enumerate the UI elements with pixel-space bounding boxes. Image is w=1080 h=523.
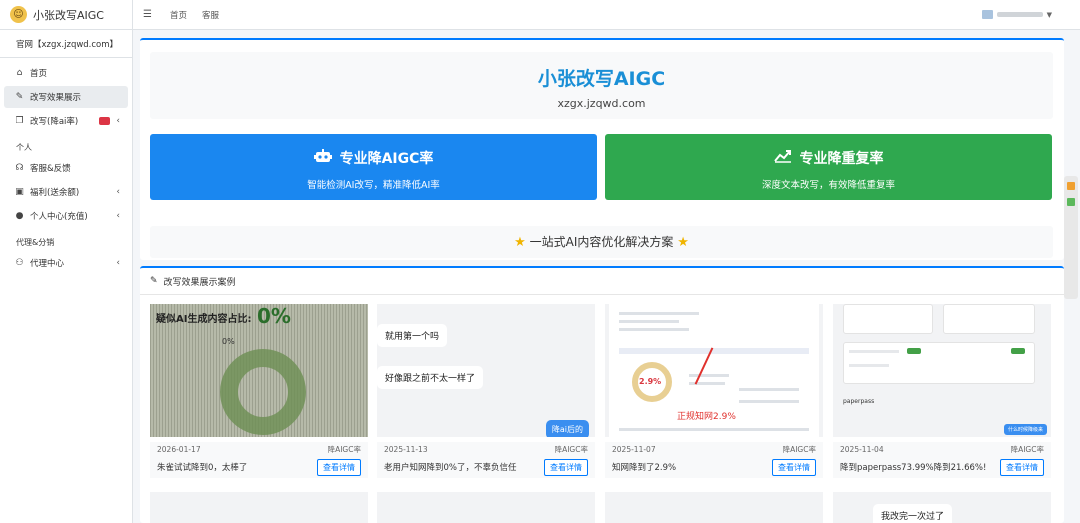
top-navbar: ☰ 首页 客服 ▼ <box>133 0 1080 30</box>
user-name-redacted <box>996 12 1043 17</box>
intro-card: 小张改写AIGC xzgx.jzqwd.com 专业降AIGC率 智能检测AI改… <box>140 38 1064 260</box>
case-date: 2025-11-07 <box>612 444 656 454</box>
chevron-left-icon: ‹ <box>116 211 120 221</box>
feature-reduce-duplication[interactable]: 专业降重复率 深度文本改写，有效降低重复率 <box>605 134 1052 200</box>
sidebar-nav: ⌂ 首页 ✎ 改写效果展示 ❐ 改写(降ai率) ‹ 个人 ☊ 客服&反馈 ▣ … <box>0 58 132 274</box>
sidebar-item-rewrite[interactable]: ❐ 改写(降ai率) ‹ <box>4 110 128 132</box>
user-settings-icon: ● <box>15 211 24 221</box>
chevron-left-icon: ‹ <box>116 116 120 126</box>
status-badge <box>99 117 110 125</box>
case-type: 降AIGC率 <box>327 444 361 454</box>
sidebar-item-label: 代理中心 <box>30 259 65 269</box>
section-header-personal: 个人 <box>16 143 32 152</box>
case-image[interactable]: 就用第一个吗 好像跟之前不太一样了 降ai后的 <box>377 304 595 437</box>
case-image[interactable]: 2.9% 正规知网2.9% <box>605 304 823 437</box>
section-header-agent: 代理&分销 <box>16 238 55 247</box>
floating-toolbar[interactable] <box>1064 176 1078 299</box>
feature-reduce-aigc[interactable]: 专业降AIGC率 智能检测AI改写，精准降低AI率 <box>150 134 597 200</box>
sidebar-item-home[interactable]: ⌂ 首页 <box>4 62 128 84</box>
sidebar-item-agent-center[interactable]: ⚇ 代理中心 ‹ <box>4 252 128 274</box>
edit-icon: ✎ <box>150 276 158 286</box>
hero-banner: 小张改写AIGC xzgx.jzqwd.com <box>150 52 1053 119</box>
case-date: 2026-01-17 <box>157 444 201 454</box>
chevron-left-icon: ‹ <box>116 258 120 268</box>
avatar <box>981 10 993 19</box>
cases-card: ✎ 改写效果展示案例 疑似AI生成内容占比: 0% 0% 2026-01-17 … <box>140 266 1064 523</box>
donut-chart <box>220 349 306 435</box>
sidebar-item-label: 首页 <box>30 69 48 79</box>
star-icon: ★ <box>514 235 526 250</box>
case-type: 降AIGC率 <box>782 444 816 454</box>
cases-title: 改写效果展示案例 <box>163 277 236 288</box>
brand[interactable]: ☺ 小张改写AIGC <box>0 0 132 30</box>
case-card[interactable]: 我改完一次过了 <box>833 492 1051 523</box>
case-card[interactable]: 就用第一个吗 好像跟之前不太一样了 降ai后的 2025-11-13 降AIGC… <box>377 304 595 478</box>
sidebar-item-label: 客服&反馈 <box>30 164 71 174</box>
sidebar-item-label: 改写(降ai率) <box>30 117 79 127</box>
case-type: 降AIGC率 <box>554 444 588 454</box>
slogan: ★ 一站式AI内容优化解决方案 ★ <box>150 226 1053 258</box>
case-card[interactable]: 疑似AI生成内容占比: 0% 0% 2026-01-17 降AIGC率 朱雀试试… <box>150 304 368 478</box>
sidebar: ☺ 小张改写AIGC 官网【xzgx.jzqwd.com】 ⌂ 首页 ✎ 改写效… <box>0 0 133 523</box>
slogan-text: 一站式AI内容优化解决方案 <box>529 235 674 249</box>
chart-line-icon <box>773 149 792 167</box>
caret-down-icon: ▼ <box>1046 10 1052 19</box>
case-card[interactable]: paperpass 什么时候降级来 2025-11-04 降AIGC率 降到pa… <box>833 304 1051 478</box>
hero-subtitle: xzgx.jzqwd.com <box>557 97 646 110</box>
robot-icon <box>313 149 332 167</box>
case-image[interactable]: paperpass 什么时候降级来 <box>833 304 1051 437</box>
star-icon: ★ <box>677 235 689 250</box>
case-date: 2025-11-13 <box>384 444 428 454</box>
case-image[interactable]: 疑似AI生成内容占比: 0% 0% <box>150 304 368 437</box>
users-icon: ⚇ <box>15 258 24 268</box>
case-description: 老用户知网降到0%了，不辜负信任 <box>384 463 517 473</box>
case-card[interactable] <box>150 492 368 523</box>
case-description: 知网降到了2.9% <box>612 463 677 473</box>
user-menu[interactable]: ▼ <box>981 10 1052 19</box>
view-details-button[interactable]: 查看详情 <box>544 458 588 476</box>
view-details-button[interactable]: 查看详情 <box>772 458 816 476</box>
smiling-face-icon: ☺ <box>10 6 27 23</box>
feature-subtitle: 深度文本改写，有效降低重复率 <box>761 180 895 191</box>
view-details-button[interactable]: 查看详情 <box>317 458 361 476</box>
top-link-home[interactable]: 首页 <box>170 9 187 21</box>
headset-icon: ☊ <box>15 163 24 173</box>
case-date: 2025-11-04 <box>840 444 884 454</box>
sidebar-item-label: 个人中心(充值) <box>30 212 88 222</box>
sidebar-item-support[interactable]: ☊ 客服&反馈 <box>4 157 128 179</box>
chevron-left-icon: ‹ <box>116 187 120 197</box>
sidebar-item-welfare[interactable]: ▣ 福利(送余额) ‹ <box>4 181 128 203</box>
feature-subtitle: 智能检测AI改写，精准降低AI率 <box>307 180 440 191</box>
hero-title: 小张改写AIGC <box>537 68 666 90</box>
sidebar-item-label: 改写效果展示 <box>30 93 82 103</box>
case-description: 朱雀试试降到0，太棒了 <box>157 463 248 473</box>
brand-title: 小张改写AIGC <box>33 8 104 22</box>
case-card[interactable]: 2.9% 正规知网2.9% 2025-11-07 降AIGC率 知网降到了2.9… <box>605 304 823 478</box>
toolbar-icon[interactable] <box>1067 198 1075 206</box>
case-card[interactable] <box>377 492 595 523</box>
feature-title: 专业降AIGC率 <box>339 151 434 167</box>
gift-icon: ▣ <box>15 187 24 197</box>
edit-icon: ✎ <box>15 92 24 102</box>
sidebar-item-rewrite-showcase[interactable]: ✎ 改写效果展示 <box>4 86 128 108</box>
case-type: 降AIGC率 <box>1010 444 1044 454</box>
case-description: 降到paperpass73.99%降到21.66%! <box>840 463 987 473</box>
view-details-button[interactable]: 查看详情 <box>1000 458 1044 476</box>
top-link-support[interactable]: 客服 <box>202 9 219 21</box>
cases-header: ✎ 改写效果展示案例 <box>140 268 1064 295</box>
sidebar-item-label: 福利(送余额) <box>30 188 80 198</box>
hamburger-menu-icon[interactable]: ☰ <box>143 9 155 20</box>
feature-title: 专业降重复率 <box>799 151 884 167</box>
home-icon: ⌂ <box>16 68 23 78</box>
site-url: 官网【xzgx.jzqwd.com】 <box>0 30 132 58</box>
copy-icon: ❐ <box>15 116 24 126</box>
case-card[interactable] <box>605 492 823 523</box>
toolbar-icon[interactable] <box>1067 182 1075 190</box>
sidebar-item-personal-center[interactable]: ● 个人中心(充值) ‹ <box>4 205 128 227</box>
